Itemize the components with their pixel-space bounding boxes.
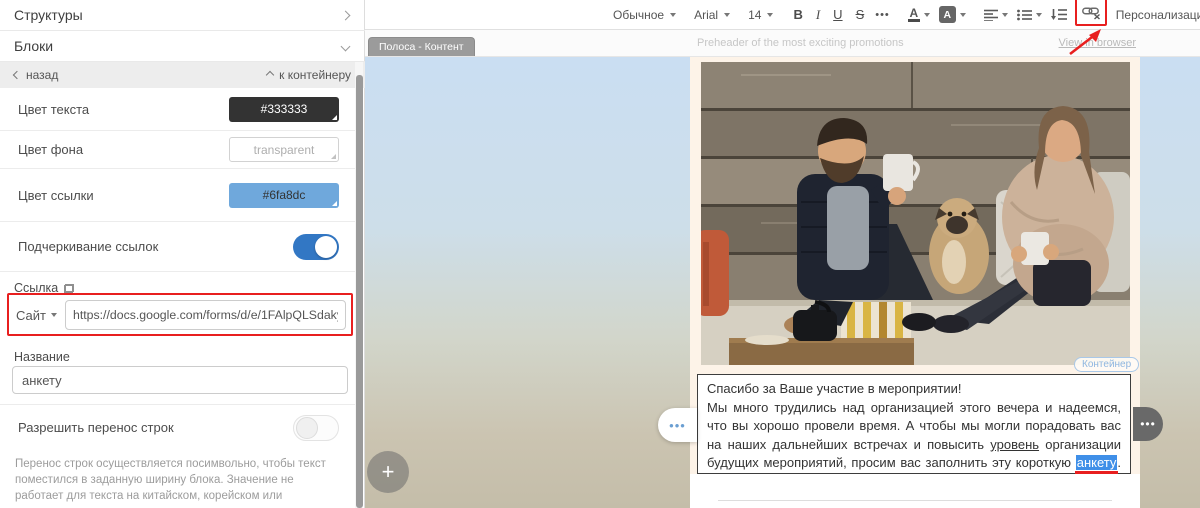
caret-down-icon [670,12,677,17]
text-color-letter: A [909,5,919,20]
email-editor: Структуры Блоки назад к контейнеру Цвет … [0,0,1200,508]
italic-button[interactable]: I [814,7,822,23]
chevron-up-icon [265,70,275,80]
email-photo[interactable] [701,62,1130,365]
bg-color-label: Цвет фона [18,142,84,157]
toggle-knob [315,235,337,258]
link-row: Сайт [7,293,353,336]
strikethrough-button[interactable]: S [854,7,867,22]
caret-down-icon [1035,12,1042,17]
back-label: назад [26,68,59,82]
font-family-dropdown[interactable]: Arial [694,7,731,22]
bg-color-swatch[interactable]: transparent [229,137,339,162]
toggle-knob [296,416,318,439]
block-menu-right[interactable]: ••• [1133,407,1163,441]
name-field-label: Название [14,350,70,364]
email-bottom-section [690,474,1140,508]
band-tab[interactable]: Полоса - Контент [368,37,475,56]
link-type-dropdown[interactable]: Сайт [14,308,65,323]
settings-sidebar: Структуры Блоки назад к контейнеру Цвет … [0,0,365,508]
section-label: Структуры [14,7,83,23]
to-container-button[interactable]: к контейнеру [265,68,351,82]
chevron-right-icon [340,10,351,20]
sidebar-section-blocks[interactable]: Блоки [0,31,365,62]
underline-links-label: Подчеркивание ссылок [18,239,159,254]
sidebar-section-structures[interactable]: Структуры [0,0,365,31]
line-wrap-row: Разрешить перенос строк [0,405,357,450]
text-format-toolbar: Обычное Arial 14 B I U S ••• A A Персона… [365,0,1200,55]
link-url-input[interactable] [64,300,346,330]
caret-down-icon [959,12,966,17]
selected-text-block[interactable]: Спасибо за Ваше участие в мероприятии! М… [697,374,1131,489]
caret-down-icon [1001,12,1008,17]
underline-button[interactable]: U [831,7,844,22]
caret-down-icon [50,313,57,317]
line-wrap-label: Разрешить перенос строк [18,420,174,435]
section-label: Блоки [14,38,54,54]
duplicate-icon[interactable] [64,283,75,293]
line-wrap-hint: Перенос строк осуществляется посимвольно… [15,458,326,508]
personalization-label: Персонализация [1115,7,1200,22]
bullet-list-icon [1016,9,1032,20]
caret-down-icon [923,12,930,17]
paragraph-style-dropdown[interactable]: Обычное [613,7,677,22]
content-divider-block[interactable] [718,500,1112,501]
email-canvas: Контейнер Спасибо за Ваше участие в меро… [365,57,1200,508]
text-color-swatch[interactable]: #333333 [229,96,339,122]
link-label: Ссылка [14,281,59,295]
list-dropdown[interactable] [1016,9,1042,21]
email-body: Контейнер Спасибо за Ваше участие в меро… [690,57,1140,508]
link-field-label-row: Ссылка [14,281,75,295]
line-spacing-icon [1050,9,1067,20]
unlink-icon [1081,6,1100,20]
font-family-value: Arial [694,7,719,22]
paragraph-style-value: Обычное [613,7,665,22]
to-container-label: к контейнеру [279,68,351,82]
chevron-left-icon [12,70,22,80]
personalization-dropdown[interactable]: Персонализация [1116,8,1200,22]
caret-down-icon [767,12,774,17]
align-dropdown[interactable] [983,9,1008,21]
bold-button[interactable]: B [791,7,804,22]
block-menu-left[interactable]: ••• [658,408,697,442]
link-color-label: Цвет ссылки [18,187,94,203]
preheader-text[interactable]: Preheader of the most exciting promotion… [697,37,904,49]
container-label-chip[interactable]: Контейнер [1074,357,1140,372]
underline-links-toggle[interactable] [293,233,339,260]
link-type-value: Сайт [16,307,46,323]
line-wrap-toggle[interactable] [293,414,339,441]
highlight-color-icon: A [938,6,956,23]
underline-links-row: Подчеркивание ссылок [0,222,357,272]
link-color-row: Цвет ссылки #6fa8dc [0,169,357,222]
font-size-dropdown[interactable]: 14 [748,7,774,22]
more-formats-button[interactable]: ••• [875,9,890,21]
name-input[interactable] [12,366,348,394]
chevron-down-icon [340,41,351,51]
add-block-button[interactable]: + [367,451,409,493]
align-left-icon [983,9,998,21]
preheader-strip: Полоса - Контент Preheader of the most e… [365,30,1200,57]
text-color-bar [907,18,920,22]
text-color-label: Цвет текста [18,101,90,117]
line-spacing-button[interactable] [1050,8,1067,21]
view-in-browser-link[interactable]: View in browser [1059,37,1136,49]
sidebar-scrollbar-thumb[interactable] [356,75,363,508]
highlight-color-button[interactable]: A [938,6,966,23]
text-color-button[interactable]: A [907,5,930,22]
unlink-button[interactable] [1069,0,1107,55]
bg-color-row: Цвет фона transparent [0,131,357,169]
link-color-swatch[interactable]: #6fa8dc [229,182,339,208]
underlined-word: уровень [990,436,1040,452]
font-size-value: 14 [748,7,762,22]
caret-down-icon [724,12,731,17]
text-color-row: Цвет текста #333333 [0,88,357,131]
selected-link-word[interactable]: анкету [1075,455,1118,471]
text-block-line1: Спасибо за Ваше участие в мероприятии! [707,381,962,396]
back-button[interactable]: назад [12,68,59,82]
block-subnav: назад к контейнеру [0,62,365,88]
